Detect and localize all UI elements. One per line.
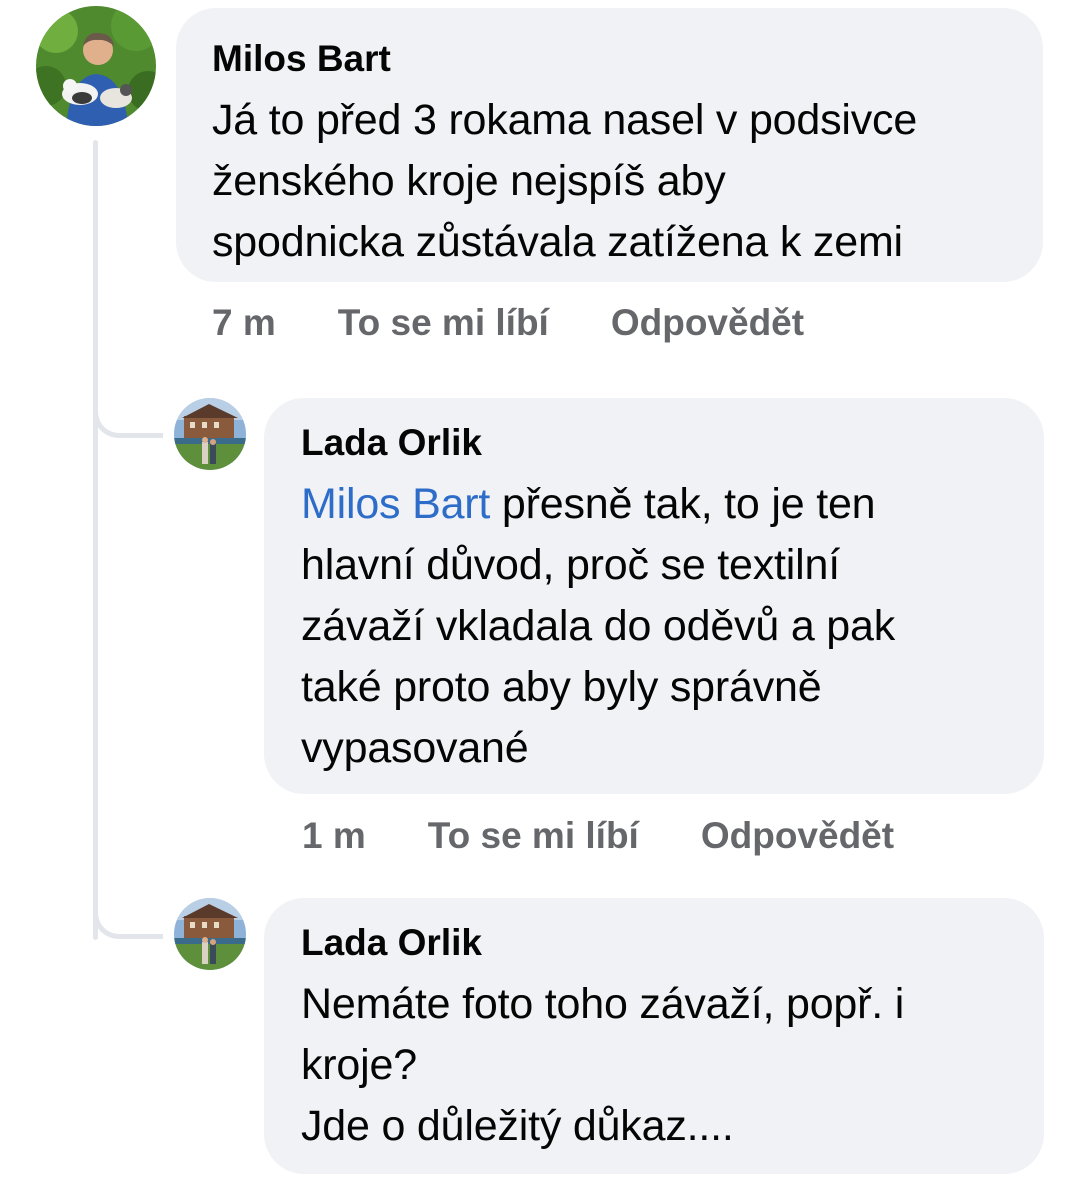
avatar-lada-orlik[interactable] xyxy=(174,898,246,970)
thread-line xyxy=(93,140,98,940)
comment-text-line: Já to před 3 rokama nasel v podsivce xyxy=(212,96,918,144)
comment-bubble-1: Milos Bart Já to před 3 rokama nasel v p… xyxy=(176,8,1043,282)
comment-text: Já to před 3 rokama nasel v podsivce žen… xyxy=(212,90,1043,273)
comment-text-fragment: přesně tak, to je ten xyxy=(490,480,876,528)
user-mention-link[interactable]: Milos Bart xyxy=(301,480,490,528)
avatar-castle-landscape-icon xyxy=(174,898,246,970)
reply-button[interactable]: Odpovědět xyxy=(701,815,894,857)
comment-bubble-2: Lada Orlik Milos Bart přesně tak, to je … xyxy=(264,398,1044,794)
comment-bubble-3: Lada Orlik Nemáte foto toho závaží, popř… xyxy=(264,898,1044,1174)
comment-author[interactable]: Lada Orlik xyxy=(301,420,1044,466)
comment-author[interactable]: Lada Orlik xyxy=(301,920,1044,966)
comment-text-line: hlavní důvod, proč se textilní xyxy=(301,541,840,589)
comment-timestamp[interactable]: 7 m xyxy=(212,302,276,344)
comment-text-line: Nemáte foto toho závaží, popř. i xyxy=(301,980,905,1028)
avatar-lada-orlik[interactable] xyxy=(174,398,246,470)
comment-text-line: závaží vkladala do oděvů a pak xyxy=(301,602,896,650)
reply-button[interactable]: Odpovědět xyxy=(611,302,804,344)
like-button[interactable]: To se mi líbí xyxy=(428,815,639,857)
comment-actions: 7 m To se mi líbí Odpovědět xyxy=(212,299,804,347)
comment-text-line: kroje? xyxy=(301,1041,417,1089)
comment-author[interactable]: Milos Bart xyxy=(212,36,1043,82)
avatar-castle-landscape-icon xyxy=(174,398,246,470)
comment-timestamp[interactable]: 1 m xyxy=(302,815,366,857)
like-button[interactable]: To se mi líbí xyxy=(338,302,549,344)
comment-text-line: vypasované xyxy=(301,724,529,772)
comment-text-line: také proto aby byly správně xyxy=(301,663,822,711)
comment-text-line: Milos Bart přesně tak, to je ten xyxy=(301,474,1044,535)
avatar-man-with-cats-icon xyxy=(36,6,156,126)
comment-text-line: Jde o důležitý důkaz.... xyxy=(301,1102,734,1150)
comment-thread: Milos Bart Já to před 3 rokama nasel v p… xyxy=(0,0,1080,1192)
comment-text: Milos Bart přesně tak, to je ten hlavní … xyxy=(301,474,1044,779)
comment-actions: 1 m To se mi líbí Odpovědět xyxy=(302,812,894,860)
comment-text-line: spodnicka zůstávala zatížena k zemi xyxy=(212,218,903,266)
comment-text: Nemáte foto toho závaží, popř. i kroje? … xyxy=(301,974,1044,1157)
thread-branch-1 xyxy=(93,408,163,438)
comment-text-line: ženského kroje nejspíš aby xyxy=(212,157,726,205)
avatar-milos-bart[interactable] xyxy=(36,6,156,126)
thread-branch-2 xyxy=(93,909,163,939)
